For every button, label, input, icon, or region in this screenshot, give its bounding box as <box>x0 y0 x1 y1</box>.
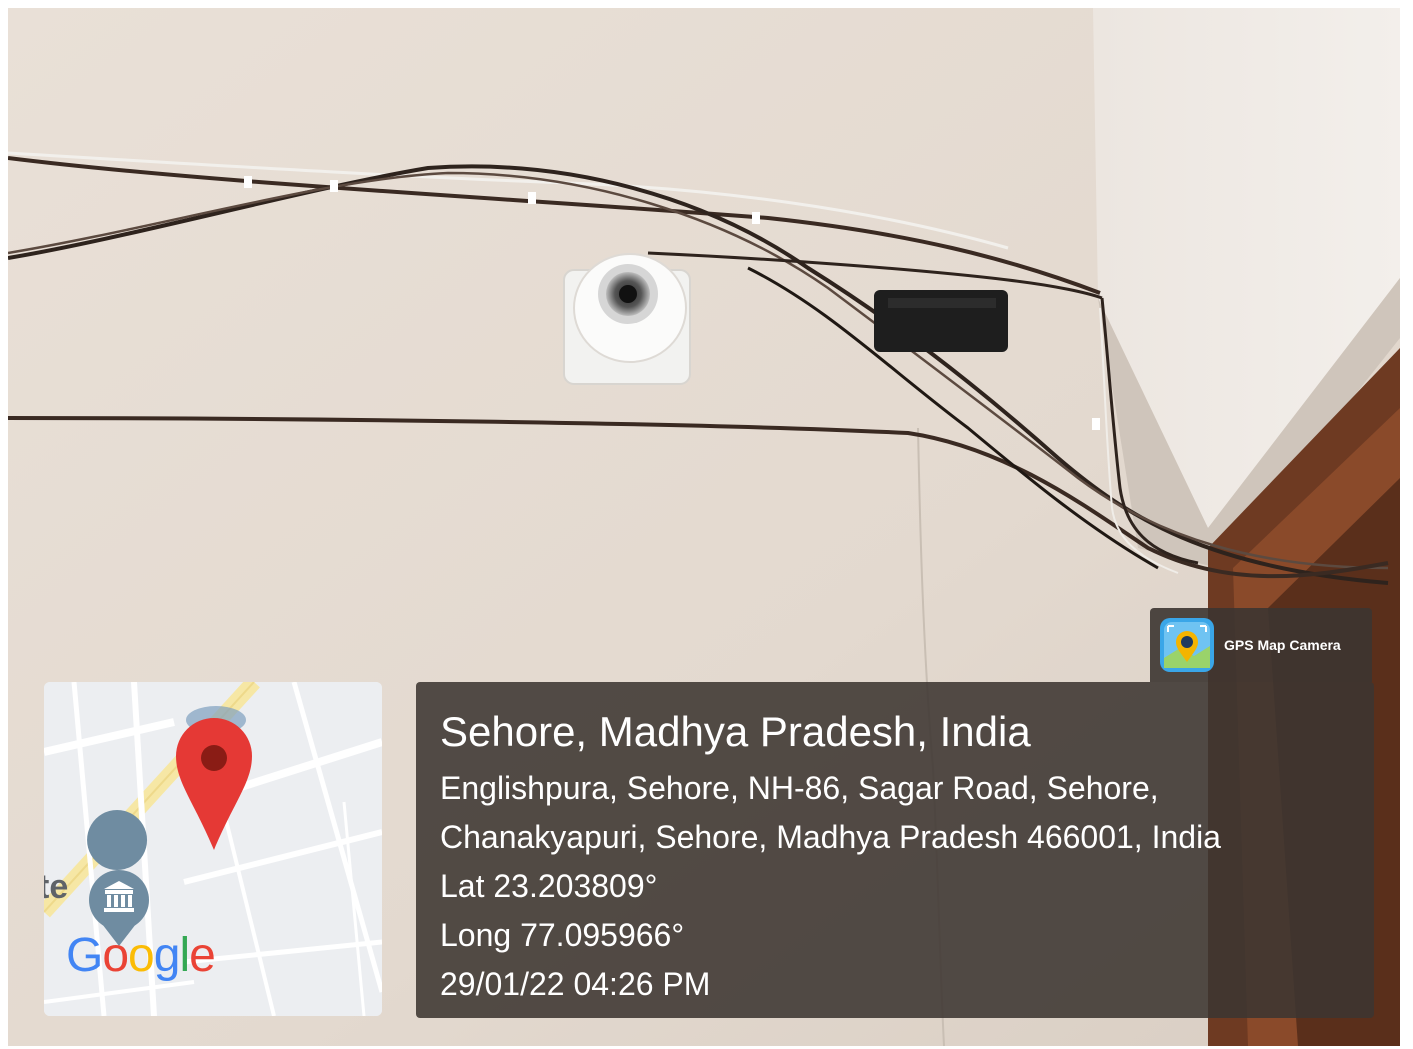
camera-lens-center <box>619 285 637 303</box>
map-thumbnail[interactable]: te Google <box>44 682 382 1016</box>
gps-map-camera-icon <box>1160 618 1214 672</box>
photo: te Google GPS Map Camera Sehore, Madhya … <box>8 8 1400 1046</box>
cable-clip <box>244 176 252 188</box>
map-place-label: te <box>44 868 69 906</box>
cable-clip <box>1092 418 1100 430</box>
address-line-2: Chanakyapuri, Sehore, Madhya Pradesh 466… <box>440 819 1221 855</box>
datetime: 29/01/22 04:26 PM <box>440 966 711 1002</box>
google-logo-letter: e <box>189 929 216 982</box>
google-logo-letter: o <box>128 929 155 982</box>
gps-map-camera-badge: GPS Map Camera <box>1150 608 1372 682</box>
latitude: Lat 23.203809° <box>440 868 658 904</box>
google-logo-letter: g <box>153 929 181 982</box>
location-info-panel: Sehore, Madhya Pradesh, India Englishpur… <box>416 682 1374 1018</box>
cable-clip <box>330 180 338 192</box>
location-title: Sehore, Madhya Pradesh, India <box>440 708 1031 755</box>
app-name: GPS Map Camera <box>1224 637 1341 653</box>
longitude: Long 77.095966° <box>440 917 685 953</box>
address-line-1: Englishpura, Sehore, NH-86, Sagar Road, … <box>440 770 1159 806</box>
power-adapter-highlight <box>888 298 996 308</box>
cable-clip <box>752 212 760 224</box>
google-logo-letter: l <box>179 929 190 982</box>
google-logo-letter: G <box>66 929 103 982</box>
google-logo: Google <box>66 929 216 982</box>
google-logo-letter: o <box>102 929 129 982</box>
cable-clip <box>528 192 536 204</box>
